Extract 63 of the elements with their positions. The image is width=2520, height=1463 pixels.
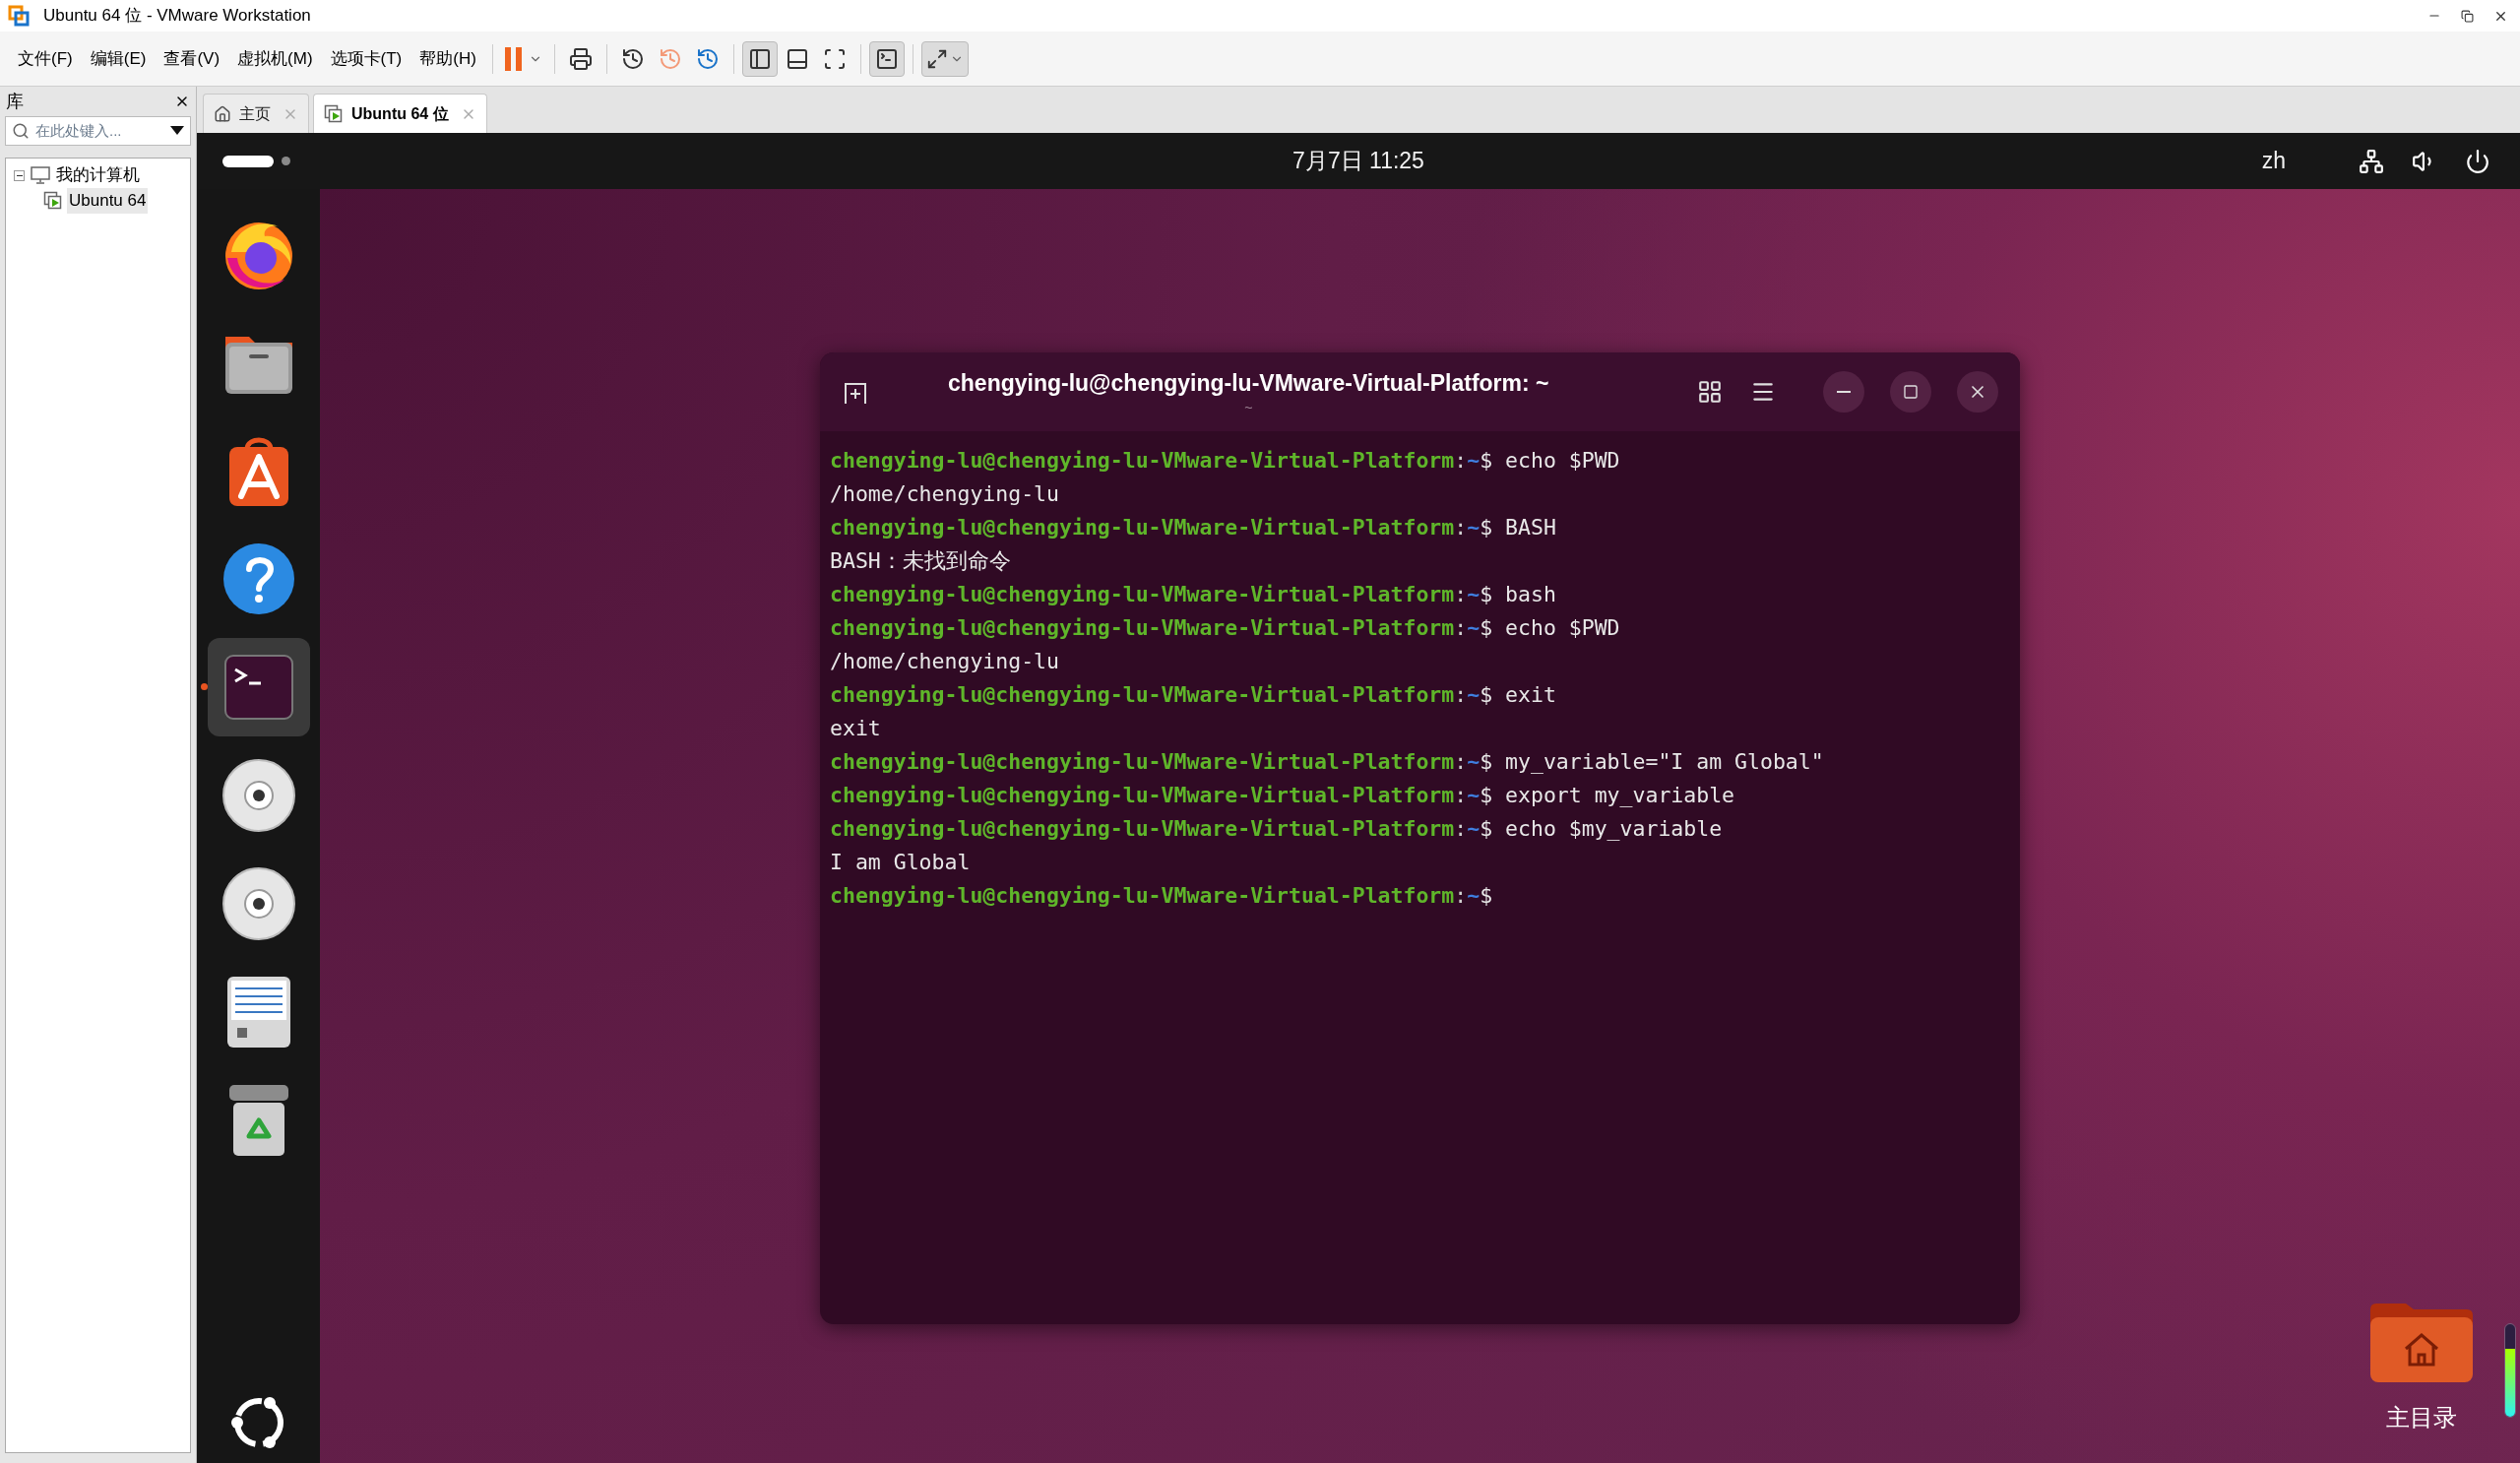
search-field[interactable]: 在此处键入... [5, 116, 191, 146]
tab[interactable]: 主页 [203, 94, 309, 133]
maximize-icon [1903, 384, 1919, 400]
input-method-indicator[interactable]: zh [2261, 144, 2286, 178]
terminal-line: /home/chengying-lu [830, 648, 1060, 675]
terminal-line: /home/chengying-lu [830, 480, 1060, 508]
terminal-line: chengying-lu@chengying-lu-VMware-Virtual-Platform:~$ echo $PWD [830, 614, 1621, 642]
panel-left-icon [747, 46, 772, 71]
terminal-line: BASH：未找到命令 [830, 547, 1012, 575]
search-icon [12, 122, 30, 140]
console-button[interactable] [868, 40, 905, 77]
clock-icon [695, 46, 720, 71]
vm-icon [324, 103, 344, 124]
terminal-line: chengying-lu@chengying-lu-VMware-Virtual-Platform:~$ echo $PWD [830, 447, 1621, 475]
network-icon[interactable] [2359, 148, 2384, 174]
tree-item[interactable]: Ubuntu 64 [67, 188, 149, 214]
tab[interactable]: Ubuntu 64 位 [313, 94, 487, 133]
menu-item[interactable]: 选项卡(T) [322, 45, 410, 72]
menu-item[interactable]: 文件(F) [10, 45, 81, 72]
terminal-line: chengying-lu@chengying-lu-VMware-Virtual-Platform:~$ exit [830, 681, 1557, 709]
panel-bottom-icon [785, 46, 809, 71]
pause-icon [504, 46, 523, 71]
collapse-toggle[interactable] [14, 169, 25, 181]
close-button[interactable] [1957, 371, 1998, 413]
window-title: chengying-lu@chengying-lu-VMware-Virtual-Platform: ~ [948, 368, 1549, 398]
expand-arrows-icon [925, 47, 948, 70]
tree-item[interactable]: 我的计算机 [56, 162, 140, 188]
desktop-icon-label[interactable]: 主目录 [2386, 1400, 2457, 1435]
terminal-line: chengying-lu@chengying-lu-VMware-Virtual-Platform:~$ my_variable="I am Global" [830, 748, 1825, 776]
home-icon [214, 104, 231, 123]
clock[interactable]: 7月7日 11:25 [1292, 144, 1424, 178]
window-subtitle: ~ [1244, 400, 1253, 416]
terminal-icon [874, 46, 899, 71]
search-input[interactable]: 在此处键入... [35, 119, 164, 143]
maximize-button[interactable] [1890, 371, 1931, 413]
stretch-button[interactable] [920, 40, 969, 77]
frame-corners-icon [822, 46, 847, 71]
terminal-line: chengying-lu@chengying-lu-VMware-Virtual-Platform:~$ bash [830, 581, 1557, 608]
printer-icon [568, 46, 593, 71]
menu-item[interactable]: 虚拟机(M) [229, 45, 321, 72]
clock-icon [620, 46, 645, 71]
menu-item[interactable]: 编辑(E) [82, 45, 155, 72]
terminal-line: exit [830, 715, 882, 742]
window-title: Ubuntu 64 位 - VMware Workstation [43, 5, 311, 28]
clock-icon [658, 46, 682, 71]
menu-item[interactable]: 查看(V) [156, 45, 228, 72]
restore-icon[interactable] [2461, 9, 2474, 23]
workspace-indicator[interactable] [222, 155, 290, 167]
power-icon[interactable] [2465, 148, 2490, 174]
grid-icon[interactable] [1697, 379, 1723, 405]
menu-item[interactable]: 帮助(H) [411, 45, 484, 72]
monitor-icon [31, 166, 50, 184]
minimize-icon [1837, 391, 1851, 393]
terminal-line: I am Global [830, 849, 972, 876]
terminal-line: chengying-lu@chengying-lu-VMware-Virtual-Platform:~$ [830, 882, 1494, 910]
dropdown-caret-icon[interactable] [170, 126, 184, 136]
panel-title: 库 [6, 90, 24, 113]
app-logo-icon [8, 5, 30, 27]
terminal-line: chengying-lu@chengying-lu-VMware-Virtual-Platform:~$ echo $my_variable [830, 815, 1724, 843]
library-view-button[interactable] [741, 40, 778, 77]
vm-icon [43, 191, 63, 211]
terminal-line: chengying-lu@chengying-lu-VMware-Virtual-Platform:~$ BASH [830, 514, 1557, 541]
terminal-line: chengying-lu@chengying-lu-VMware-Virtual-Platform:~$ export my_variable [830, 782, 1736, 809]
